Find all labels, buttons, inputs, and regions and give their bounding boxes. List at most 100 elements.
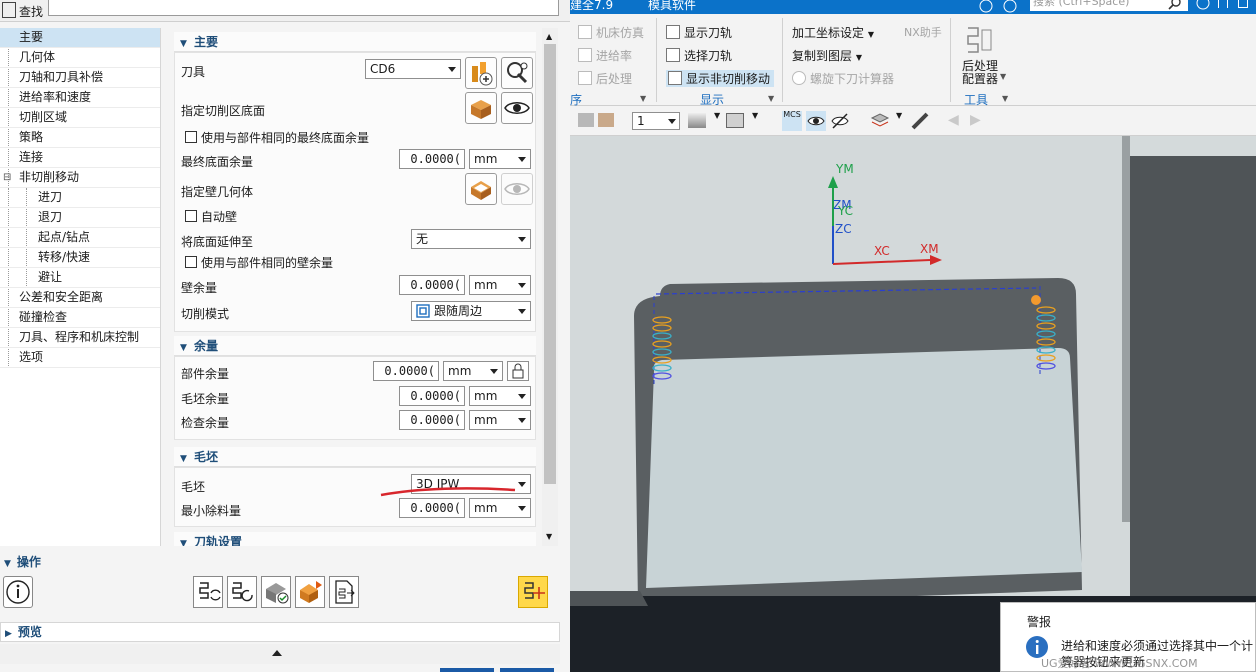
scroll-up-icon[interactable]: ▲ (546, 32, 552, 41)
nx-helper-button[interactable]: NX助手 (904, 24, 942, 40)
shaded-view-icon[interactable] (578, 113, 594, 127)
preview-header[interactable]: ▶ 预览 (0, 622, 560, 642)
cancel-button-edge[interactable] (500, 668, 554, 672)
nav-item[interactable]: 避让 (0, 268, 160, 288)
nav-item[interactable]: 主要 (0, 28, 160, 48)
machine-sim-button[interactable]: 机床仿真 (578, 24, 644, 41)
chevron-down-icon[interactable]: ▼ (752, 111, 762, 120)
mcs-toggle-button[interactable]: MCS (782, 111, 802, 131)
show-floor-button[interactable] (501, 92, 533, 124)
ok-button-edge[interactable] (440, 668, 494, 672)
search-icon[interactable] (1168, 0, 1184, 12)
new-tool-button[interactable] (465, 57, 497, 89)
nav-item[interactable]: 起点/钻点 (0, 228, 160, 248)
simulate-button[interactable] (295, 576, 325, 608)
blank-stock-input[interactable]: 0.0000( (399, 386, 465, 406)
select-toolpath-button[interactable]: 选择刀轨 (666, 47, 732, 64)
nav-item[interactable]: 转移/快速 (0, 248, 160, 268)
copy-layer-button[interactable]: 复制到图层 ▼ (792, 47, 862, 64)
nav-item[interactable]: 连接 (0, 148, 160, 168)
chevron-down-icon[interactable]: ▼ (1002, 94, 1008, 103)
check-stock-unit-select[interactable]: mm (469, 410, 531, 430)
replay-button[interactable] (227, 576, 257, 608)
chevron-down-icon[interactable]: ▼ (640, 94, 646, 103)
nav-item[interactable]: 刀轴和刀具补偿 (0, 68, 160, 88)
forward-arrow-icon[interactable]: ▶ (970, 112, 981, 128)
final-floor-input[interactable]: 0.0000( (399, 149, 465, 169)
specify-floor-button[interactable] (465, 92, 497, 124)
nav-item[interactable]: 切削区域 (0, 108, 160, 128)
box-view-icon[interactable] (726, 113, 744, 128)
nav-item[interactable]: 刀具、程序和机床控制 (0, 328, 160, 348)
min-removal-input[interactable]: 0.0000( (399, 498, 465, 518)
nav-item[interactable]: 进刀 (0, 188, 160, 208)
nav-item[interactable]: ⊟ 非切削移动 (0, 168, 160, 188)
nav-item[interactable]: 策略 (0, 128, 160, 148)
tool-select[interactable]: CD6 (365, 59, 461, 79)
nav-item[interactable]: 公差和安全距离 (0, 288, 160, 308)
measure-icon[interactable] (910, 111, 930, 131)
use-wall-stock-checkbox[interactable] (185, 256, 197, 268)
wall-stock-unit-select[interactable]: mm (469, 275, 531, 295)
extend-floor-select[interactable]: 无 (411, 229, 531, 249)
postprocess-button[interactable]: 后处理 (578, 70, 632, 87)
chevron-down-icon[interactable]: ▼ (896, 111, 906, 120)
scrollbar-thumb[interactable] (544, 44, 556, 484)
collapse-icon[interactable]: ⊟ (3, 168, 11, 187)
edit-tool-button[interactable] (501, 57, 533, 89)
show-path-toggle[interactable] (806, 111, 826, 131)
layer-settings-icon[interactable] (870, 112, 890, 130)
part-view-icon[interactable] (598, 113, 614, 127)
lock-button[interactable] (507, 361, 529, 381)
nav-item[interactable]: 选项 (0, 348, 160, 368)
part-stock-unit-select[interactable]: mm (443, 361, 503, 381)
render-style-icon[interactable] (688, 113, 706, 128)
auto-wall-checkbox[interactable] (185, 210, 197, 222)
nav-item[interactable]: 几何体 (0, 48, 160, 68)
use-final-floor-checkbox[interactable] (185, 131, 197, 143)
specify-wall-button[interactable] (465, 173, 497, 205)
list-output-button[interactable] (329, 576, 359, 608)
collapse-up-icon[interactable] (272, 650, 282, 656)
nav-item[interactable]: 退刀 (0, 208, 160, 228)
part-stock-input[interactable]: 0.0000( (373, 361, 439, 381)
post-config-icon[interactable] (964, 24, 994, 56)
show-toolpath-button[interactable]: 显示刀轨 (666, 24, 732, 41)
min-removal-unit-select[interactable]: mm (469, 498, 531, 518)
post-config-button[interactable]: 后处理 配置器 (962, 60, 998, 86)
search-input[interactable] (48, 0, 559, 16)
show-wall-button[interactable] (501, 173, 533, 205)
graphics-viewport[interactable]: YM ZM YC ZC XC XM (570, 136, 1256, 672)
generate-button[interactable] (193, 576, 223, 608)
show-noncut-button[interactable]: 显示非切削移动 (666, 70, 775, 87)
chevron-down-icon[interactable]: ▼ (714, 111, 724, 120)
wall-stock-input[interactable]: 0.0000( (399, 275, 465, 295)
feeds-speeds-button[interactable] (518, 576, 548, 608)
restore-icon[interactable] (1238, 0, 1248, 8)
info-button[interactable] (3, 576, 33, 608)
maximize-icon[interactable] (1218, 0, 1228, 8)
hide-path-toggle[interactable] (830, 111, 850, 131)
command-search-input[interactable]: 搜索 (Ctrl+Space) (1030, 0, 1188, 11)
nav-item[interactable]: 进给率和速度 (0, 88, 160, 108)
feedrate-button[interactable]: 进给率 (578, 47, 632, 64)
smiley-icon[interactable] (978, 0, 994, 14)
cut-mode-select[interactable]: 跟随周边 (411, 301, 531, 321)
csys-setting-button[interactable]: 加工坐标设定 ▼ (792, 24, 874, 41)
verify-button[interactable] (261, 576, 291, 608)
blank-stock-unit-select[interactable]: mm (469, 386, 531, 406)
operations-header[interactable]: ▼ 操作 (0, 552, 560, 572)
help-icon[interactable] (1196, 0, 1210, 11)
blank-section-header[interactable]: ▼ 毛坯 (174, 447, 536, 467)
path-section-header[interactable]: ▼ 刀轨设置 (174, 532, 536, 546)
properties-scrollbar[interactable]: ▲ ▼ (542, 28, 558, 546)
nav-item[interactable]: 碰撞检查 (0, 308, 160, 328)
stock-section-header[interactable]: ▼ 余量 (174, 336, 536, 356)
chevron-down-icon[interactable]: ▼ (1000, 72, 1006, 81)
chevron-down-icon[interactable]: ▼ (768, 94, 774, 103)
final-floor-unit-select[interactable]: mm (469, 149, 531, 169)
frown-icon[interactable] (1002, 0, 1018, 14)
helix-calc-button[interactable]: 螺旋下刀计算器 (792, 70, 894, 87)
back-arrow-icon[interactable]: ◀ (948, 112, 959, 128)
scroll-down-icon[interactable]: ▼ (546, 532, 552, 541)
